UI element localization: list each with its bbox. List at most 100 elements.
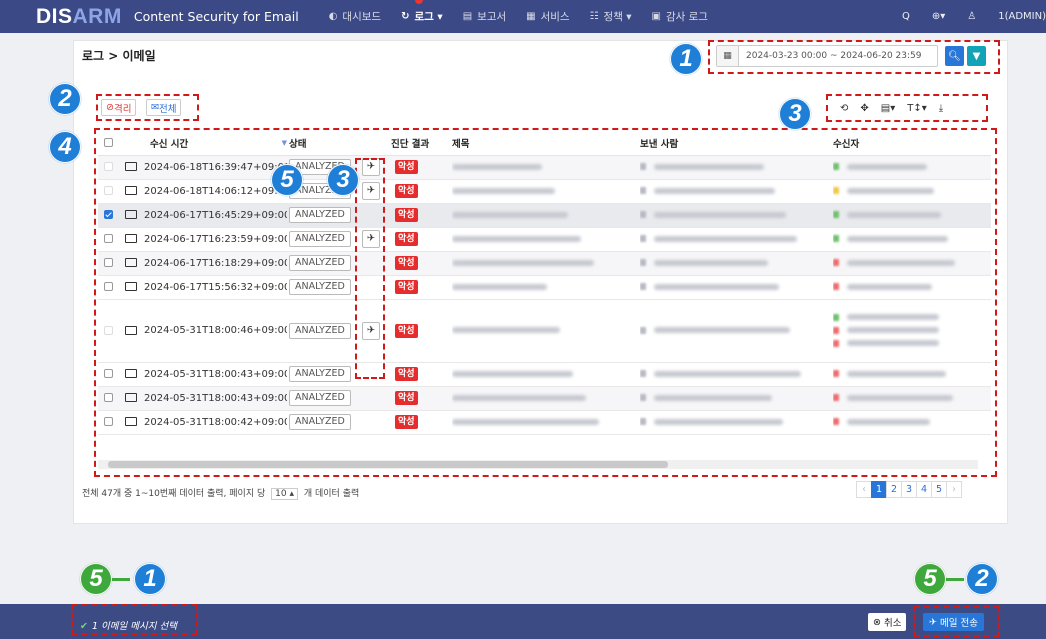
page-5[interactable]: 5 (931, 481, 947, 498)
callout-2b: 2 (966, 563, 998, 595)
per-page-select[interactable]: 10 ▴ (271, 488, 298, 500)
right-nav: Q ⊕▾ ♙ 1(ADMIN) (880, 0, 1046, 33)
user-menu[interactable]: ♙ 1(ADMIN) (967, 11, 1046, 22)
table-row[interactable]: 2024-05-31T18:00:43+09:00 ANALYZED 악성 (98, 386, 991, 411)
all-button[interactable]: ✉ 전체 (146, 99, 182, 116)
ban-icon: ⊘ (106, 102, 114, 113)
send-icon[interactable]: ✈ (362, 182, 380, 200)
app-title: Content Security for Email (133, 9, 299, 24)
malicious-badge: 악성 (395, 232, 418, 246)
columns-icon[interactable]: ▤▾ (881, 103, 895, 114)
quarantine-button[interactable]: ⊘ 격리 (101, 99, 137, 116)
row-checkbox[interactable] (104, 162, 113, 171)
page-2[interactable]: 2 (886, 481, 902, 498)
date-range-input[interactable]: ▦ 2024-03-23 00:00 ~ 2024-06-20 23:59 (716, 45, 938, 67)
download-icon[interactable]: ⤓ (939, 103, 943, 114)
move-icon[interactable]: ✥ (860, 103, 868, 114)
blurred-subject (452, 283, 547, 290)
table-row[interactable]: 2024-05-31T18:00:43+09:00 ANALYZED 악성 (98, 362, 991, 387)
malicious-badge: 악성 (395, 280, 418, 294)
audit-icon: ▣ (651, 11, 661, 22)
callout-1: 1 (670, 43, 702, 75)
horizontal-scrollbar[interactable] (98, 460, 978, 469)
cancel-button[interactable]: ⊗ 취소 (868, 613, 907, 631)
recv-time: 2024-05-31T18:00:43+09:00 (144, 368, 287, 380)
row-checkbox[interactable] (104, 258, 113, 267)
send-mail-button[interactable]: ✈ 메일 전송 (923, 613, 984, 631)
table-row[interactable]: 2024-06-17T16:23:59+09:00 ANALYZED ✈ 악성 (98, 227, 991, 252)
send-icon[interactable]: ✈ (362, 230, 380, 248)
status-badge: ANALYZED (289, 414, 351, 430)
row-checkbox[interactable] (104, 325, 113, 335)
col-status[interactable]: 상태 (287, 131, 359, 156)
recv-time: 2024-05-31T18:00:42+09:00 (144, 416, 287, 428)
menu-policy[interactable]: ☷ 정책 ▾ (590, 9, 632, 24)
callout-4: 4 (49, 131, 81, 163)
search-button[interactable]: 🔍︎ (945, 46, 964, 66)
send-icon[interactable]: ✈ (362, 158, 380, 176)
menu-logs[interactable]: ↻ 로그 ▾ (401, 0, 443, 24)
pagination: ‹ 1 2 3 4 5 › (856, 481, 962, 498)
callout-5a: 5 (271, 164, 303, 196)
pagination-summary: 전체 47개 중 1~10번째 데이터 출력, 페이지 당 10 ▴ 개 데이터… (82, 488, 360, 500)
filter-button[interactable]: ▼ (967, 46, 986, 66)
recipient-cell (833, 410, 991, 435)
send-icon[interactable]: ✈ (362, 321, 380, 340)
table-row[interactable]: 2024-06-18T16:39:47+09:00 ANALYZED ✈ 악성 (98, 155, 991, 180)
page-4[interactable]: 4 (916, 481, 932, 498)
page-3[interactable]: 3 (901, 481, 917, 498)
menu-audit-log[interactable]: ▣ 감사 로그 (651, 9, 707, 24)
prev-page[interactable]: ‹ (856, 481, 872, 498)
mail-icon: ✉ (151, 102, 159, 113)
table-row[interactable]: 2024-06-17T15:56:32+09:00 ANALYZED 악성 (98, 275, 991, 300)
col-sender[interactable]: 보낸 사람 (640, 131, 833, 156)
blurred-sender (654, 163, 764, 170)
row-checkbox[interactable] (104, 393, 113, 402)
menu-dashboard[interactable]: ◐ 대시보드 (329, 9, 381, 24)
text-size-icon[interactable]: T↕▾ (907, 103, 927, 114)
col-recv-time[interactable]: 수신 시간 ▼ (120, 131, 287, 156)
refresh-icon[interactable]: ⟲ (840, 103, 848, 114)
table-row[interactable]: 2024-06-17T16:45:29+09:00 ANALYZED 악성 (98, 203, 991, 228)
blurred-sender (654, 327, 790, 333)
blurred-sender (654, 259, 768, 266)
recipient-cell (833, 275, 991, 300)
search-icon[interactable]: Q (902, 11, 910, 22)
selection-message: ✔ 1 이메일 메시지 선택 (80, 621, 177, 632)
callout-5c: 5 (914, 563, 946, 595)
next-page[interactable]: › (946, 481, 962, 498)
col-subject[interactable]: 제목 (452, 131, 640, 156)
callout-2: 2 (49, 83, 81, 115)
menu-services[interactable]: ▦ 서비스 (526, 9, 569, 24)
filter-icon: ▼ (972, 50, 981, 62)
policy-icon: ☷ (589, 11, 599, 22)
table-row[interactable]: 2024-05-31T18:00:46+09:00 ANALYZED ✈ 악성 (98, 299, 991, 363)
page-1[interactable]: 1 (871, 481, 887, 498)
callout-connector-left (110, 578, 130, 581)
row-checkbox[interactable] (104, 369, 113, 378)
recv-time: 2024-06-18T14:06:12+09:00 (144, 185, 287, 197)
disarm-logo[interactable]: DISARM (36, 5, 122, 29)
globe-icon[interactable]: ⊕▾ (932, 11, 945, 22)
menu-reports[interactable]: ▤ 보고서 (463, 9, 506, 24)
blurred-subject (452, 163, 542, 170)
envelope-icon (125, 234, 137, 243)
row-checkbox[interactable] (104, 210, 113, 219)
col-recipient[interactable]: 수신자 (833, 131, 991, 156)
row-checkbox[interactable] (104, 417, 113, 426)
status-badge: ANALYZED (289, 231, 351, 247)
envelope-icon (125, 369, 137, 378)
table-row[interactable]: 2024-05-31T18:00:42+09:00 ANALYZED 악성 (98, 410, 991, 435)
table-row[interactable]: 2024-06-18T14:06:12+09:00 ANALYZED ✈ 악성 (98, 179, 991, 204)
blurred-sender (654, 370, 801, 377)
sort-icon[interactable]: ▼ (282, 139, 287, 147)
row-checkbox[interactable] (104, 186, 113, 195)
blurred-subject (452, 394, 586, 401)
table-row[interactable]: 2024-06-17T16:18:29+09:00 ANALYZED 악성 (98, 251, 991, 276)
row-checkbox[interactable] (104, 282, 113, 291)
row-checkbox[interactable] (104, 234, 113, 243)
select-all-checkbox[interactable] (104, 138, 113, 148)
recipient-cell (833, 155, 991, 180)
col-result[interactable]: 진단 결과 (391, 131, 452, 156)
status-badge: ANALYZED (289, 366, 351, 382)
